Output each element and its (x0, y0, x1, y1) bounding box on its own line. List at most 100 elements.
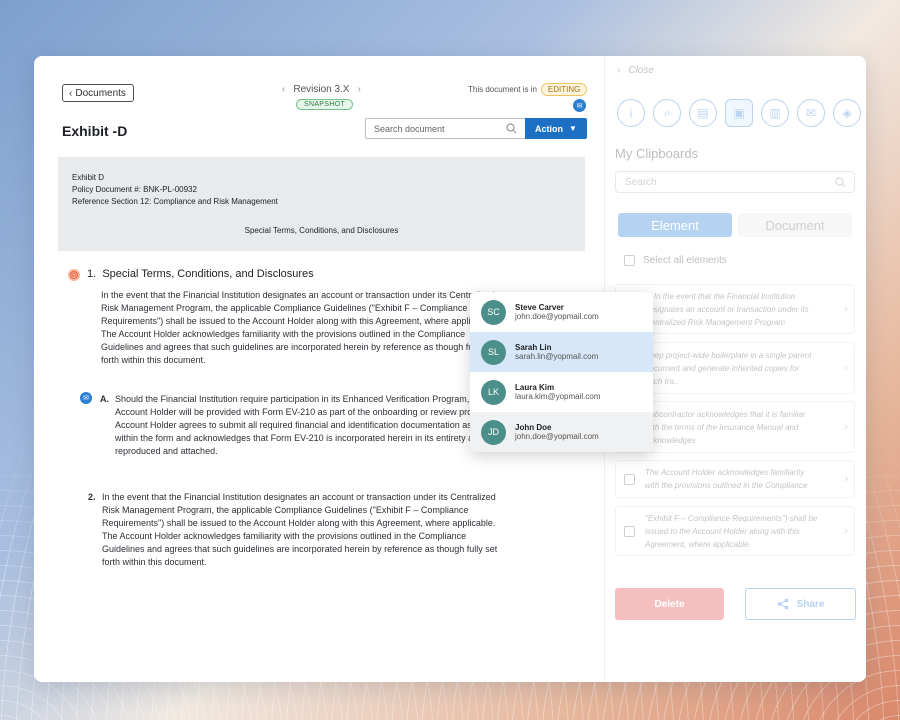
share-button[interactable]: Share (745, 588, 856, 620)
item-text: document and generate inherited copies f… (645, 363, 800, 373)
close-label: Close (628, 65, 654, 76)
user-name: John Doe (515, 423, 552, 432)
chevron-right-icon: › (844, 472, 848, 485)
tab-element[interactable]: Element (618, 213, 732, 237)
section-number: 2. (88, 492, 96, 502)
tab-document[interactable]: Document (738, 213, 852, 237)
header-line: Exhibit D (72, 173, 105, 182)
comments-icon[interactable]: ✉ (573, 99, 586, 112)
document-header-block: Exhibit D Policy Document #: BNK-PL-0093… (58, 157, 585, 251)
share-label: Share (796, 598, 825, 610)
search-document-input[interactable]: Search document (365, 118, 526, 139)
compass-icon[interactable]: ◈ (833, 99, 861, 127)
clipboard-search-input[interactable]: Search (615, 171, 855, 193)
chevron-right-icon: › (844, 361, 848, 374)
snapshot-badge: SNAPSHOT (296, 99, 353, 110)
item-text: Keep project-wide boilerplate in a singl… (645, 350, 812, 360)
search-placeholder: Search document (374, 123, 445, 134)
search-placeholder: Search (625, 176, 657, 188)
chevron-right-icon: › (617, 65, 621, 76)
avatar: SC (481, 299, 506, 325)
document-status: This document is in EDITING (468, 83, 588, 96)
item-text: Agreement, where applicable. (645, 539, 751, 549)
user-email: laura.kim@yopmail.com (515, 392, 601, 401)
item-text: each tra.. (645, 376, 679, 386)
item-text: "Exhibit F – Compliance Requirements") s… (645, 513, 818, 523)
para-line: The Account Holder acknowledges familiar… (102, 531, 467, 541)
header-line: Policy Document #: BNK-PL-00932 (72, 185, 197, 194)
item-text: issued to the Account Holder along with … (645, 526, 800, 536)
clipboard-item[interactable]: The Account Holder acknowledges familiar… (615, 460, 855, 498)
search-icon (506, 123, 517, 134)
chevron-right-icon: › (844, 420, 848, 433)
para-line: Risk Management Program, the applicable … (102, 505, 469, 515)
magnifier-icon[interactable]: ⌕ (653, 99, 681, 127)
comment-thread-icon[interactable]: ✉ (80, 392, 92, 404)
app-window: ‹ Documents Exhibit -D ‹ Revision 3.X › … (34, 56, 866, 682)
delete-button[interactable]: Delete (615, 588, 724, 620)
back-button-label: Documents (75, 87, 126, 99)
section-number: 1. (87, 268, 97, 280)
chevron-left-icon: ‹ (69, 87, 73, 99)
select-all-checkbox[interactable] (624, 255, 635, 266)
avatar: LK (481, 379, 506, 405)
panel-toolbar: i ⌕ ▤ ▣ ▥ ✉ ◈ (617, 99, 861, 127)
item-text: with the provisions outlined in the Comp… (645, 481, 808, 490)
action-button[interactable]: Action ▼ (525, 118, 587, 139)
document-icon[interactable]: ▤ (689, 99, 717, 127)
chat-icon[interactable]: ✉ (797, 99, 825, 127)
user-email: john.doe@yopmail.com (515, 432, 599, 441)
panel-title: My Clipboards (615, 146, 699, 161)
item-text: Subcontractor acknowledges that it is fa… (645, 409, 806, 419)
section-target-icon[interactable]: ◎ (68, 269, 80, 281)
action-label: Action (535, 123, 564, 134)
user-option[interactable]: JD John Doe john.doe@yopmail.com (470, 412, 653, 452)
search-icon (835, 177, 846, 188)
user-name: Sarah Lin (515, 343, 552, 352)
select-all-label: Select all elements (643, 255, 727, 266)
header-center-title: Special Terms, Conditions, and Disclosur… (244, 226, 399, 235)
para-line: In the event that the Financial Institut… (102, 492, 496, 502)
item-text: acknowledges (645, 435, 696, 445)
item-checkbox[interactable] (624, 525, 635, 537)
select-all-row[interactable]: Select all elements (624, 255, 727, 266)
chevron-right-icon: › (844, 302, 848, 315)
user-option-selected[interactable]: SL Sarah Lin sarah.lin@yopmail.com (470, 332, 653, 372)
section-heading: 1. Special Terms, Conditions, and Disclo… (87, 268, 314, 280)
user-option[interactable]: SC Steve Carver john.doe@yopmail.com (470, 292, 653, 332)
clipboard-item[interactable]: "Exhibit F – Compliance Requirements") s… (615, 506, 855, 556)
share-icon (777, 598, 788, 610)
next-revision-icon[interactable]: › (357, 84, 360, 95)
item-text: designates an account or transaction und… (645, 304, 809, 314)
editing-badge: EDITING (540, 83, 588, 96)
user-name: Steve Carver (515, 303, 564, 312)
section-paragraph: In the event that the Financial Institut… (102, 491, 562, 569)
revision-switcher: ‹ Revision 3.X › (282, 84, 361, 95)
item-text: with the terms of the Insurance Manual a… (645, 422, 799, 432)
revision-label: Revision 3.X (293, 84, 350, 95)
item-checkbox[interactable] (624, 473, 635, 485)
clipboard-icon[interactable]: ▣ (725, 99, 753, 127)
caret-down-icon: ▼ (569, 124, 577, 133)
section-title: Special Terms, Conditions, and Disclosur… (102, 268, 314, 280)
prev-revision-icon[interactable]: ‹ (282, 84, 285, 95)
user-mention-dropdown: SC Steve Carver john.doe@yopmail.com SL … (470, 292, 653, 452)
item-text: Centralized Risk Management Program (645, 317, 786, 327)
user-option[interactable]: LK Laura Kim laura.kim@yopmail.com (470, 372, 653, 412)
para-line: forth within this document. (102, 557, 207, 567)
status-prefix: This document is in (468, 85, 537, 94)
para-line: Requirements") shall be issued to the Ac… (102, 518, 496, 528)
back-to-documents-button[interactable]: ‹ Documents (62, 84, 134, 102)
chevron-right-icon: › (844, 524, 848, 537)
close-panel-button[interactable]: › Close (617, 65, 654, 76)
header-line: Reference Section 12: Compliance and Ris… (72, 197, 278, 206)
trash-icon[interactable]: ▥ (761, 99, 789, 127)
subsection-number: A. (100, 394, 109, 404)
user-name: Laura Kim (515, 383, 555, 392)
avatar: SL (481, 339, 506, 365)
user-email: sarah.lin@yopmail.com (515, 352, 599, 361)
info-icon[interactable]: i (617, 99, 645, 127)
para-line: Guidelines and agrees that such guidelin… (102, 544, 498, 554)
avatar: JD (481, 419, 506, 445)
item-text: 1. In the event that the Financial Insti… (645, 291, 796, 301)
